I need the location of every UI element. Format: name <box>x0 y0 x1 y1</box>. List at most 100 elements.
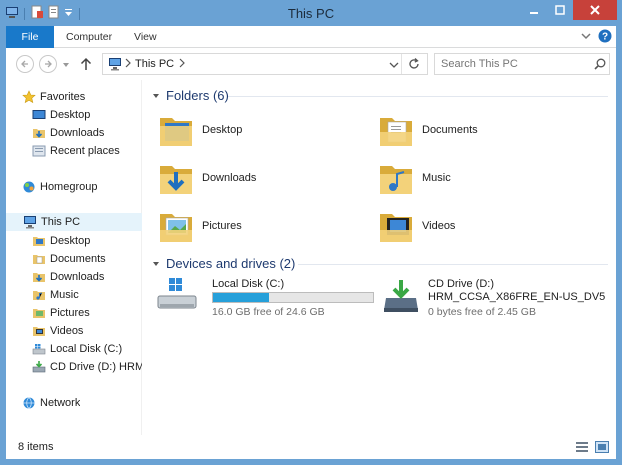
close-button[interactable] <box>573 0 617 20</box>
nav-this-pc-local-disk[interactable]: Local Disk (C:) <box>32 340 122 358</box>
music-folder-icon <box>380 166 412 194</box>
svg-text:?: ? <box>602 32 608 43</box>
refresh-icon[interactable] <box>407 57 421 74</box>
group-divider <box>228 96 608 97</box>
folder-icon <box>32 306 46 320</box>
folder-label: Music <box>422 172 451 184</box>
recent-locations-icon[interactable] <box>62 60 70 72</box>
drives-heading: Devices and drives (2) <box>166 256 296 271</box>
documents-folder-icon <box>380 118 412 146</box>
close-icon <box>590 5 600 15</box>
search-input[interactable] <box>441 57 591 71</box>
breadcrumb-separator-icon[interactable] <box>179 58 185 71</box>
nav-this-pc-documents[interactable]: Documents <box>32 250 106 268</box>
nav-homegroup[interactable]: Homegroup <box>22 178 97 196</box>
up-arrow-icon[interactable] <box>80 57 92 74</box>
nav-item-label: Local Disk (C:) <box>50 343 123 355</box>
folder-tile-desktop[interactable]: Desktop <box>156 110 242 150</box>
folder-label: Pictures <box>202 220 242 232</box>
folder-label: Desktop <box>202 124 243 136</box>
network-icon <box>22 396 36 410</box>
nav-item-label: Documents <box>50 253 106 265</box>
forward-arrow-icon <box>45 60 52 68</box>
drive-tile-local-disk[interactable]: Local Disk (C:) 16.0 GB free of 24.6 GB <box>156 276 376 318</box>
folder-tile-pictures[interactable]: Pictures <box>156 206 242 246</box>
nav-item-label: Recent places <box>50 145 120 157</box>
minimize-button[interactable] <box>521 0 547 20</box>
nav-this-pc-desktop[interactable]: Desktop <box>32 232 90 250</box>
folder-label: Downloads <box>202 172 257 184</box>
folders-group-header[interactable]: Folders (6) <box>152 88 229 103</box>
large-icons-view-button[interactable] <box>594 439 610 455</box>
drive-usage-bar <box>212 292 374 303</box>
folder-label: Videos <box>422 220 456 232</box>
nav-network[interactable]: Network <box>22 394 80 412</box>
local-disk-icon <box>157 278 197 309</box>
nav-this-pc-downloads[interactable]: Downloads <box>32 268 104 286</box>
breadcrumb-separator-icon[interactable] <box>125 58 131 71</box>
address-dropdown-icon[interactable] <box>389 60 399 72</box>
folder-tile-videos[interactable]: Videos <box>376 206 455 246</box>
main-content: Folders (6) Desktop Documents Downloads … <box>148 80 616 435</box>
ribbon-tabs: File Computer View ? <box>6 26 616 48</box>
homegroup-icon <box>22 180 36 194</box>
drive-free-space: 0 bytes free of 2.45 GB <box>428 306 536 318</box>
maximize-icon <box>555 5 565 15</box>
nav-item-label: Downloads <box>50 271 105 283</box>
navigation-pane: Favorites Desktop Downloads Recent place… <box>6 80 142 435</box>
search-box[interactable] <box>434 53 610 75</box>
nav-favorites-label: Favorites <box>40 91 86 103</box>
nav-this-pc-label: This PC <box>41 216 81 228</box>
help-icon[interactable]: ? <box>598 29 612 46</box>
search-icon[interactable] <box>593 57 607 74</box>
nav-this-pc-pictures[interactable]: Pictures <box>32 304 90 322</box>
nav-favorites-recent-places[interactable]: Recent places <box>32 142 120 160</box>
folder-icon <box>32 270 46 284</box>
back-arrow-icon <box>21 60 28 68</box>
group-divider <box>298 264 608 265</box>
item-count: 8 items <box>18 441 54 453</box>
pictures-folder-icon <box>160 214 192 242</box>
collapse-chevron-icon <box>153 261 159 266</box>
folder-icon <box>32 234 46 248</box>
this-pc-icon <box>108 57 124 74</box>
nav-this-pc-cd-drive[interactable]: CD Drive (D:) HRM_C <box>32 358 142 376</box>
nav-favorites[interactable]: Favorites <box>22 88 85 106</box>
tab-computer[interactable]: Computer <box>54 26 124 48</box>
nav-favorites-downloads[interactable]: Downloads <box>32 124 104 142</box>
nav-this-pc[interactable]: This PC <box>6 213 142 231</box>
star-icon <box>22 90 36 104</box>
back-button[interactable] <box>16 55 34 73</box>
folder-tile-documents[interactable]: Documents <box>376 110 478 150</box>
drive-volume-label: HRM_CCSA_X86FRE_EN-US_DV5 <box>428 291 606 303</box>
minimize-icon <box>530 12 538 14</box>
tab-view[interactable]: View <box>122 26 169 48</box>
maximize-button[interactable] <box>547 0 573 20</box>
nav-this-pc-music[interactable]: Music <box>32 286 79 304</box>
drive-usage-fill <box>213 293 269 302</box>
folder-tile-downloads[interactable]: Downloads <box>156 158 256 198</box>
drive-tile-cd-drive[interactable]: CD Drive (D:) HRM_CCSA_X86FRE_EN-US_DV5 … <box>382 276 612 318</box>
tab-file[interactable]: File <box>6 26 54 48</box>
folder-label: Documents <box>422 124 478 136</box>
expand-ribbon-icon[interactable] <box>580 30 592 45</box>
drives-group-header[interactable]: Devices and drives (2) <box>152 256 295 271</box>
nav-item-label: Desktop <box>50 109 91 121</box>
nav-this-pc-videos[interactable]: Videos <box>32 322 83 340</box>
downloads-folder-icon <box>160 166 192 194</box>
window-controls <box>521 0 617 20</box>
address-bar[interactable]: This PC <box>102 53 428 75</box>
details-view-button[interactable] <box>574 439 590 455</box>
local-disk-icon <box>32 342 46 356</box>
nav-item-label: Music <box>50 289 79 301</box>
folder-tile-music[interactable]: Music <box>376 158 451 198</box>
drive-free-space: 16.0 GB free of 24.6 GB <box>212 306 325 318</box>
folder-icon <box>32 288 46 302</box>
forward-button[interactable] <box>39 55 57 73</box>
recent-places-icon <box>32 144 46 158</box>
cd-drive-icon <box>384 280 418 312</box>
breadcrumb-this-pc[interactable]: This PC <box>135 58 174 70</box>
nav-favorites-desktop[interactable]: Desktop <box>32 106 90 124</box>
nav-homegroup-label: Homegroup <box>40 181 98 193</box>
nav-network-label: Network <box>40 397 81 409</box>
